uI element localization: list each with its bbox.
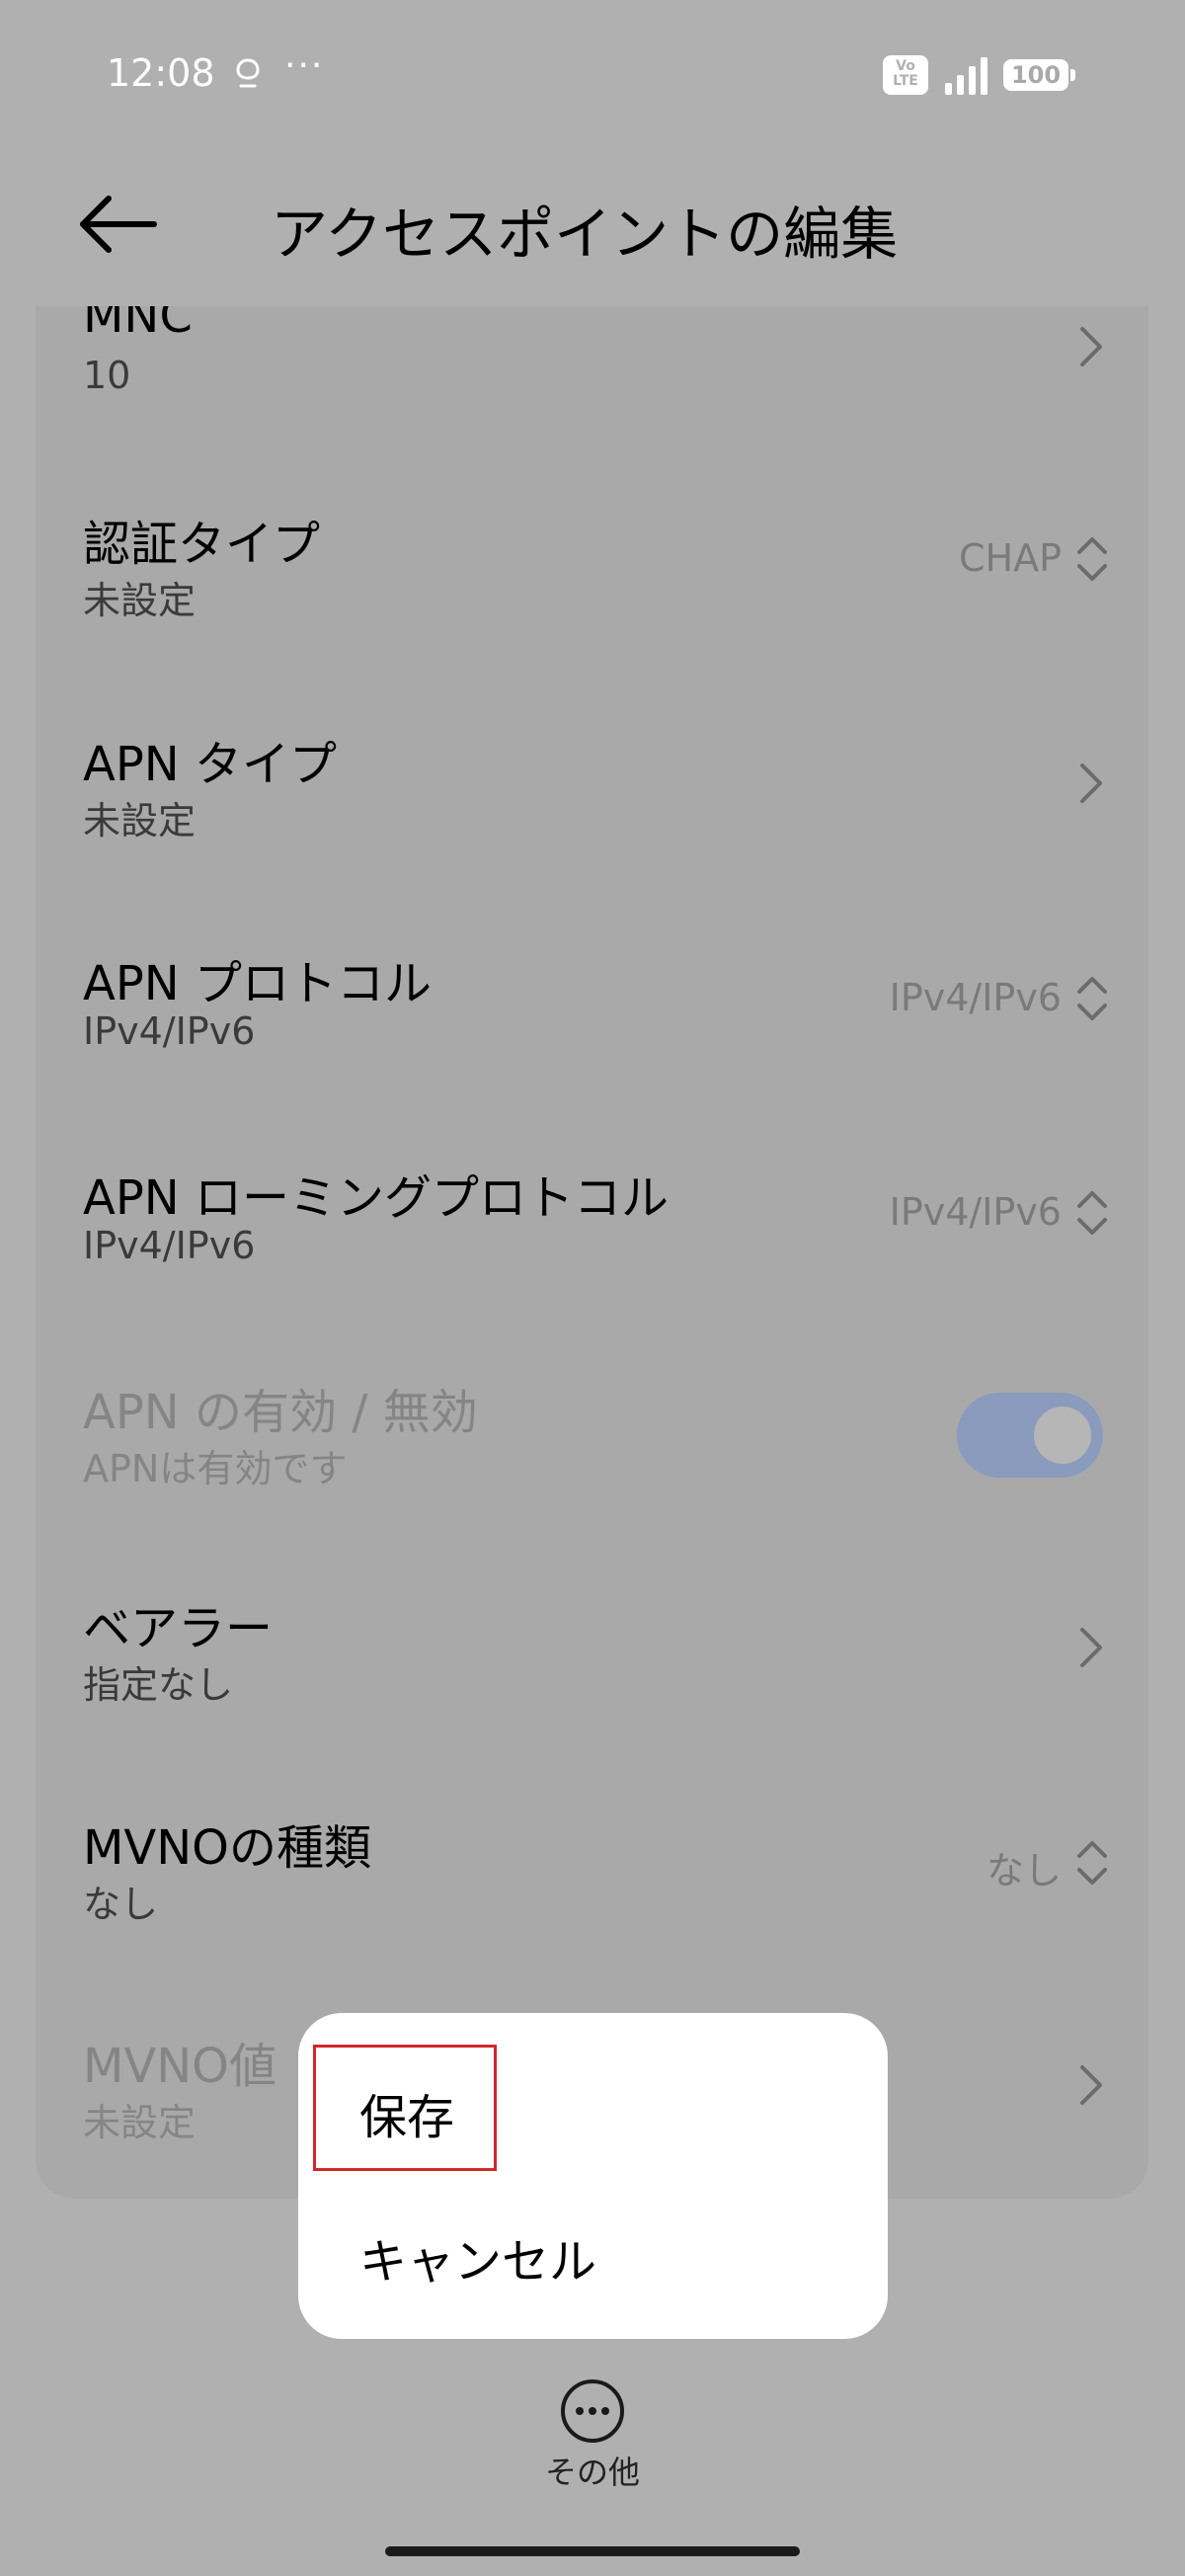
signal-icon [945, 57, 988, 95]
setting-subtitle: APNは有効です [83, 1447, 348, 1490]
chevron-up-down-icon [1077, 977, 1107, 1020]
back-arrow-icon[interactable] [77, 190, 160, 259]
save-menu-item[interactable]: 保存 [359, 2078, 454, 2147]
setting-title: APN ローミングプロトコル [83, 1170, 669, 1226]
setting-row-apn-roaming-protocol[interactable]: APN ローミングプロトコル IPv4/IPv6 IPv4/IPv6 [36, 1147, 1148, 1364]
setting-title: MVNOの種類 [83, 1820, 371, 1876]
setting-subtitle: IPv4/IPv6 [83, 1224, 256, 1267]
toggle-knob [1034, 1407, 1091, 1464]
settings-list: MNC 10 認証タイプ 未設定 CHAP APN タイプ 未設定 APN プロ… [36, 306, 1148, 2199]
setting-row-auth-type[interactable]: 認証タイプ 未設定 CHAP [36, 493, 1148, 710]
chevron-right-icon [1080, 2065, 1102, 2105]
setting-title: APN の有効 / 無効 [83, 1385, 478, 1440]
volte-icon: Vo LTE [883, 55, 928, 95]
setting-title: MNC [83, 306, 193, 344]
setting-subtitle: 未設定 [83, 799, 197, 843]
apn-enable-toggle [957, 1393, 1103, 1478]
status-time: 12:08 [107, 51, 215, 95]
status-bar: 12:08 ··· Vo LTE 100 [0, 0, 1185, 148]
volte-bottom-label: LTE [893, 73, 918, 89]
setting-row-apn-type[interactable]: APN タイプ 未設定 [36, 713, 1148, 930]
setting-title: APN プロトコル [83, 956, 432, 1011]
setting-subtitle: IPv4/IPv6 [83, 1009, 256, 1053]
chevron-up-down-icon [1077, 537, 1107, 581]
home-indicator[interactable] [385, 2546, 800, 2556]
chevron-right-icon [1080, 764, 1102, 803]
setting-row-apn-enable: APN の有効 / 無効 APNは有効です [36, 1361, 1148, 1578]
battery-icon: 100 [1003, 59, 1075, 91]
setting-title: MVNO値 [83, 2039, 276, 2094]
setting-value: IPv4/IPv6 [889, 976, 1062, 1019]
chevron-right-icon [1080, 327, 1102, 366]
setting-title: ベアラー [83, 1601, 274, 1656]
setting-title: 認証タイプ [83, 517, 321, 572]
setting-subtitle: なし [83, 1883, 159, 1926]
setting-title: APN タイプ [83, 737, 337, 792]
setting-subtitle: 10 [83, 354, 131, 397]
setting-subtitle: 未設定 [83, 579, 197, 622]
setting-row-bearer[interactable]: ベアラー 指定なし [36, 1577, 1148, 1795]
setting-row-mnc[interactable]: MNC 10 [36, 306, 1148, 494]
chevron-up-down-icon [1077, 1191, 1107, 1235]
notification-icon [236, 58, 260, 88]
setting-subtitle: 指定なし [83, 1663, 234, 1707]
setting-subtitle: 未設定 [83, 2101, 197, 2144]
setting-value: なし [986, 1849, 1062, 1892]
setting-value: IPv4/IPv6 [889, 1190, 1062, 1234]
more-horizontal-circle-icon[interactable] [558, 2376, 627, 2446]
setting-value: CHAP [958, 536, 1062, 580]
setting-row-mvno-type[interactable]: MVNOの種類 なし なし [36, 1797, 1148, 2014]
chevron-up-down-icon [1077, 1841, 1107, 1885]
page-title: アクセスポイントの編集 [271, 201, 899, 268]
more-label[interactable]: その他 [0, 2448, 1185, 2493]
chevron-right-icon [1080, 1628, 1102, 1667]
battery-level: 100 [1010, 61, 1062, 89]
more-options-popup: 保存 キャンセル [298, 2013, 888, 2339]
status-more-icon: ··· [284, 45, 325, 86]
volte-top-label: Vo [896, 58, 915, 74]
cancel-menu-item[interactable]: キャンセル [359, 2222, 596, 2292]
setting-row-apn-protocol[interactable]: APN プロトコル IPv4/IPv6 IPv4/IPv6 [36, 932, 1148, 1150]
